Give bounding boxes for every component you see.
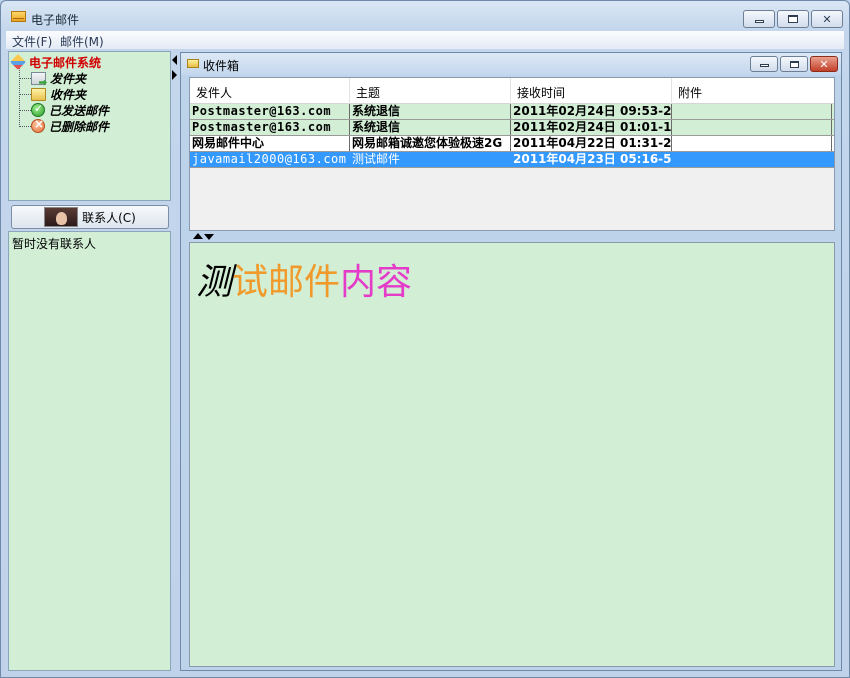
minimize-button[interactable] — [743, 10, 775, 28]
main-window: 电子邮件 ✕ 文件(F) 邮件(M) 电子邮件系统 发件夹 收件夹 ✓ 已发送邮… — [0, 0, 850, 678]
mail-system-icon — [10, 54, 26, 70]
folder-icon — [31, 87, 46, 101]
cell-subject: 系统退信 — [350, 120, 511, 135]
close-icon: ✕ — [822, 12, 832, 26]
mail-table: 发件人 主题 接收时间 附件 Postmaster@163.com 系统退信 2… — [189, 77, 835, 231]
avatar — [44, 207, 79, 227]
collapse-up-icon[interactable] — [193, 233, 203, 239]
envelope-icon — [11, 11, 26, 22]
menu-mail[interactable]: 邮件(M) — [60, 33, 104, 50]
maximize-icon — [788, 15, 798, 23]
inbox-title-bar: 收件箱 ✕ — [181, 53, 841, 75]
window-title: 电子邮件 — [31, 13, 80, 27]
cell-time: 2011年04月23日 05:16-56 — [513, 152, 672, 167]
contacts-button[interactable]: 联系人(C) — [11, 205, 169, 229]
contacts-list: 暂时没有联系人 — [8, 231, 171, 671]
expand-right-arrow-icon[interactable] — [172, 70, 177, 80]
cell-subject: 网易邮箱诚邀您体验极速2G — [350, 136, 511, 151]
inbox-close-button[interactable]: ✕ — [810, 56, 838, 72]
folder-icon — [187, 59, 199, 68]
send-folder-icon — [31, 71, 46, 85]
restore-icon — [789, 60, 799, 68]
tree-item-outbox[interactable]: 发件夹 — [9, 70, 86, 86]
col-attachment[interactable]: 附件 — [672, 78, 834, 104]
close-button[interactable]: ✕ — [811, 10, 843, 28]
table-header: 发件人 主题 接收时间 附件 — [190, 78, 834, 104]
collapse-down-icon[interactable] — [204, 234, 214, 240]
cell-time: 2011年04月22日 01:31-22 — [513, 136, 672, 151]
left-panel: 电子邮件系统 发件夹 收件夹 已发送邮件 已删除邮件 — [8, 51, 171, 671]
mail-body-part: 试邮件 — [232, 262, 341, 303]
cell-sender: Postmaster@163.com — [190, 104, 350, 119]
minimize-icon — [759, 64, 769, 67]
mail-preview-pane: 测试邮件内容 — [189, 242, 835, 667]
tree-root-label: 电子邮件系统 — [29, 55, 102, 70]
tree-item-deleted[interactable]: 已删除邮件 — [9, 117, 110, 134]
cell-attachment — [672, 120, 832, 135]
delete-icon — [31, 117, 45, 133]
col-subject[interactable]: 主题 — [350, 78, 511, 104]
empty-contacts-text: 暂时没有联系人 — [12, 237, 97, 251]
table-row[interactable]: Postmaster@163.com 系统退信 2011年02月24日 01:0… — [190, 120, 834, 136]
cell-subject: 测试邮件 — [350, 152, 511, 167]
cell-sender: javamail2000@163.com — [190, 152, 350, 167]
mail-body-part: 测 — [196, 262, 233, 303]
tree-item-label: 已发送邮件 — [49, 103, 110, 118]
tree-item-label: 已删除邮件 — [49, 119, 110, 134]
cell-time: 2011年02月24日 09:53-23 — [513, 104, 672, 119]
mail-body-part: 内容 — [340, 262, 413, 303]
contacts-button-label: 联系人(C) — [82, 210, 136, 225]
table-row[interactable]: 网易邮件中心 网易邮箱诚邀您体验极速2G 2011年04月22日 01:31-2… — [190, 136, 834, 152]
cell-attachment — [672, 136, 832, 151]
minimize-icon — [754, 19, 764, 23]
inbox-window: 收件箱 ✕ 发件人 主题 接收时间 附件 Postmaster@163.com … — [180, 52, 842, 671]
inbox-title: 收件箱 — [203, 59, 240, 73]
cell-sender: 网易邮件中心 — [190, 136, 350, 151]
tree-item-sent[interactable]: 已发送邮件 — [9, 102, 109, 118]
collapse-left-arrow-icon[interactable] — [172, 55, 177, 65]
table-row[interactable]: Postmaster@163.com 系统退信 2011年02月24日 09:5… — [190, 104, 834, 120]
tree-item-label: 发件夹 — [50, 71, 87, 86]
folder-tree: 电子邮件系统 发件夹 收件夹 已发送邮件 已删除邮件 — [8, 51, 171, 201]
tree-item-label: 收件夹 — [50, 87, 87, 102]
cell-attachment — [672, 104, 832, 119]
menu-bar: 文件(F) 邮件(M) — [6, 31, 844, 49]
cell-attachment — [672, 152, 832, 167]
tree-root[interactable]: 电子邮件系统 — [9, 54, 101, 70]
cell-subject: 系统退信 — [350, 104, 511, 119]
table-row-selected[interactable]: javamail2000@163.com 测试邮件 2011年04月23日 05… — [190, 152, 834, 168]
mail-body-text: 测试邮件内容 — [196, 253, 412, 305]
maximize-button[interactable] — [777, 10, 809, 28]
cell-sender: Postmaster@163.com — [190, 120, 350, 135]
check-icon — [31, 102, 45, 117]
menu-file[interactable]: 文件(F) — [12, 33, 52, 50]
inbox-restore-button[interactable] — [780, 56, 808, 72]
col-time[interactable]: 接收时间 — [511, 78, 672, 104]
close-icon: ✕ — [819, 57, 829, 71]
cell-time: 2011年02月24日 01:01-15 — [513, 120, 672, 135]
pane-splitter[interactable] — [189, 232, 835, 242]
inbox-minimize-button[interactable] — [750, 56, 778, 72]
tree-item-inbox[interactable]: 收件夹 — [9, 86, 86, 102]
title-bar: 电子邮件 ✕ — [1, 1, 849, 31]
col-sender[interactable]: 发件人 — [190, 78, 350, 104]
